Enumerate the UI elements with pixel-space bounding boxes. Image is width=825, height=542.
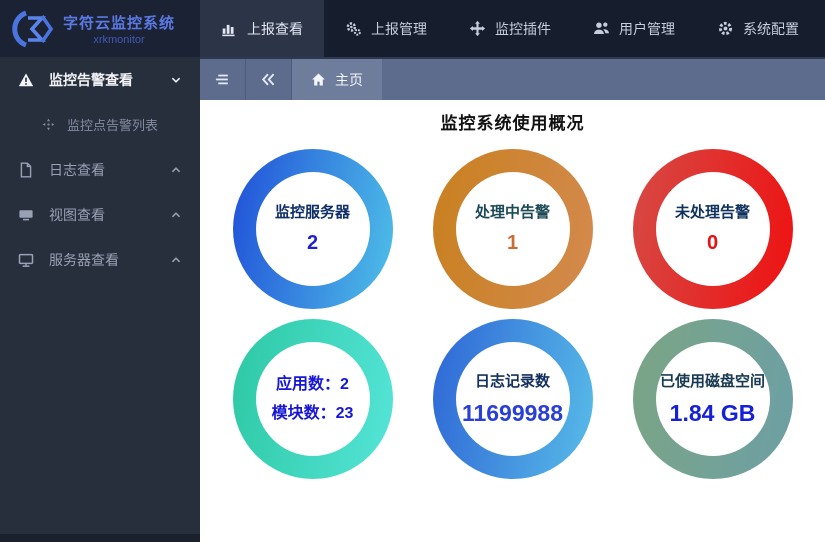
chevron-up-icon [170,209,182,221]
chevron-up-icon [170,254,182,266]
nav-item-3[interactable]: 监控插件 [448,0,572,57]
nav-item-2[interactable]: 上报管理 [324,0,448,57]
home-icon [311,72,326,87]
ring-inner: 未处理告警 0 [655,172,770,286]
chevron-up-icon [170,164,182,176]
sidebar-item-label: 视图查看 [49,206,105,223]
ring-value: 11699988 [461,399,564,426]
nav-item-label: 上报管理 [371,20,427,37]
sidebar-item-1[interactable]: 监控告警查看 [0,57,200,102]
double-chevron-left-icon[interactable] [246,59,292,100]
main-nav: 上报查看 上报管理 监控插件 用户管理 系统配置 [200,0,820,57]
nav-item-1[interactable]: 上报查看 [200,0,324,57]
move-icon [469,20,486,37]
server-icon [18,252,36,268]
stat-ring-monitored-servers: 监控服务器 2 [232,149,393,309]
stat-ring-disk-space-used: 已使用磁盘空间 1.84 GB [632,319,793,479]
page-title: 监控系统使用概况 [440,114,585,133]
file-icon [18,162,36,178]
logo-icon [12,9,54,49]
ring-label: 监控服务器 [274,204,350,221]
ring-value: 1.84 GB [669,399,756,426]
sidebar-item-4[interactable]: 视图查看 [0,192,200,237]
sidebar-footer-strip [0,534,200,542]
sidebar-item-label: 日志查看 [49,161,105,178]
view-icon [18,207,36,223]
top-navbar: 字符云监控系统 xrkmonitor 上报查看 上报管理 监控插件 用户管理 系统配置 [0,0,825,57]
stat-ring-unhandled-alarms: 未处理告警 0 [632,149,793,309]
compass-icon [42,118,56,131]
ring-value: 模块数：23 [271,404,354,422]
stats-rings: 监控服务器 2 处理中告警 1 未处理告警 0 应用数：2 模块数：23 日志记录数 116999… [200,149,825,479]
main-content: 监控系统使用概况 监控服务器 2 处理中告警 1 未处理告警 0 应用数：2 模块数：23 日志… [200,100,825,542]
warning-icon [18,72,36,88]
nav-item-label: 监控插件 [495,20,551,37]
app-logo[interactable]: 字符云监控系统 xrkmonitor [0,0,200,57]
sidebar-item-label: 监控告警查看 [49,71,133,88]
ring-value: 1 [506,232,519,254]
ring-inner: 已使用磁盘空间 1.84 GB [655,342,770,456]
logo-text: 字符云监控系统 xrkmonitor [63,12,175,46]
ring-label: 已使用磁盘空间 [659,372,765,390]
sidebar-item-3[interactable]: 日志查看 [0,147,200,192]
users-icon [593,20,610,37]
nav-item-label: 上报查看 [247,20,303,37]
sidebar-item-5[interactable]: 服务器查看 [0,237,200,282]
sidebar-menu: 监控告警查看监控点告警列表日志查看视图查看服务器查看 [0,57,200,534]
sidebar: 监控告警查看监控点告警列表日志查看视图查看服务器查看 [0,57,200,542]
stat-ring-apps-and-modules: 应用数：2 模块数：23 [232,319,393,479]
stat-ring-log-records: 日志记录数 11699988 [432,319,593,479]
ring-value: 2 [306,232,319,254]
menu-fold-icon[interactable] [200,59,246,100]
ring-inner: 应用数：2 模块数：23 [255,342,370,456]
breadcrumb-bar: 主页 [200,57,825,100]
ring-label: 处理中告警 [474,204,550,221]
nav-item-label: 用户管理 [619,20,675,37]
ring-value: 0 [706,232,719,254]
sidebar-item-label: 服务器查看 [49,251,119,268]
tab-home-label: 主页 [335,71,363,88]
ring-inner: 处理中告警 1 [455,172,570,286]
stat-ring-alarms-in-progress: 处理中告警 1 [432,149,593,309]
ring-label: 未处理告警 [674,204,750,221]
app-title: 字符云监控系统 [63,14,176,32]
ring-label: 日志记录数 [474,372,550,390]
app-subtitle: xrkmonitor [93,33,145,46]
gears-icon [345,20,362,37]
nav-item-4[interactable]: 用户管理 [572,0,696,57]
chevron-down-icon [170,74,182,86]
tab-home[interactable]: 主页 [292,59,382,100]
ring-inner: 监控服务器 2 [255,172,370,286]
sidebar-item-2[interactable]: 监控点告警列表 [0,102,200,147]
ring-value: 应用数：2 [276,375,349,393]
nav-item-5[interactable]: 系统配置 [696,0,820,57]
gear-icon [717,20,734,37]
bar-chart-icon [221,20,238,37]
sidebar-item-label: 监控点告警列表 [67,118,159,133]
ring-inner: 日志记录数 11699988 [455,342,570,456]
nav-item-label: 系统配置 [743,20,799,37]
